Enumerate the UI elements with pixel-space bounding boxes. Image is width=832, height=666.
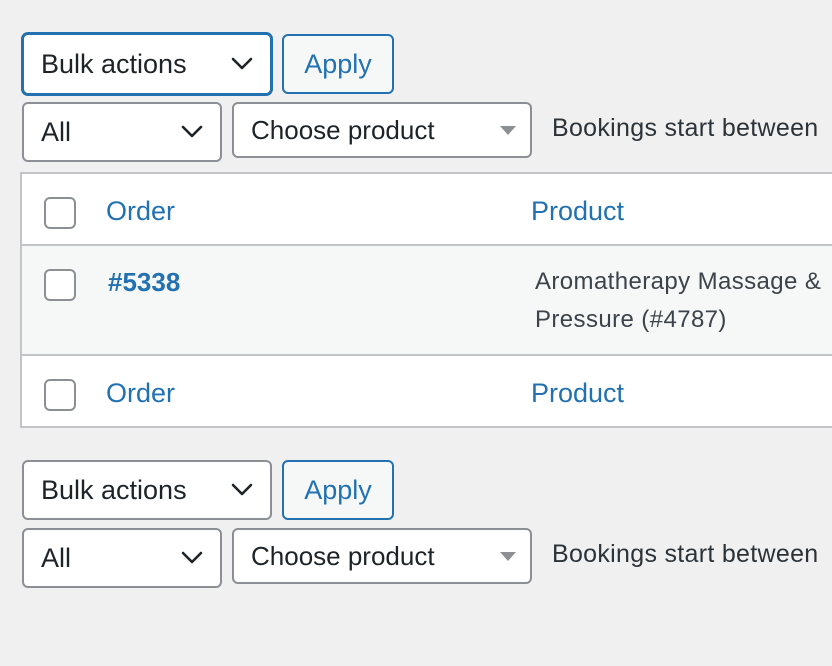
chevron-down-icon [231,483,253,496]
row-checkbox[interactable] [44,269,76,301]
apply-button-label: Apply [304,474,372,505]
bulk-actions-select-value: Bulk actions [41,48,187,79]
column-header-order[interactable]: Order [106,196,175,227]
product-select-bottom[interactable]: Choose product [232,528,532,584]
bulk-actions-select-bottom[interactable]: Bulk actions [22,460,272,520]
apply-button-top[interactable]: Apply [282,34,394,94]
product-cell-line2: Pressure (#4787) [535,306,727,333]
filter-all-select-value: All [41,542,72,573]
bookings-table: Order Product #5338 Aromatherapy Massage… [20,172,832,428]
filter-all-select-bottom[interactable]: All [22,528,222,588]
column-footer-order[interactable]: Order [106,378,175,409]
column-footer-product[interactable]: Product [531,378,624,409]
product-select-value: Choose product [251,114,435,145]
select-all-checkbox[interactable] [44,197,76,229]
date-filter-label-top: Bookings start between [552,114,819,142]
caret-down-icon [500,126,516,135]
row-divider [22,354,832,356]
table-row: #5338 Aromatherapy Massage & Pressure (#… [22,246,832,354]
apply-button-bottom[interactable]: Apply [282,460,394,520]
chevron-down-icon [181,551,203,564]
product-select-top[interactable]: Choose product [232,102,532,158]
chevron-down-icon [231,57,253,70]
select-all-checkbox-footer[interactable] [44,379,76,411]
caret-down-icon [500,552,516,561]
date-filter-label-bottom: Bookings start between [552,540,819,568]
product-cell-line1: Aromatherapy Massage & [535,268,822,295]
apply-button-label: Apply [304,48,372,79]
bulk-actions-select-value: Bulk actions [41,474,187,505]
order-link[interactable]: #5338 [108,267,180,298]
product-select-value: Choose product [251,540,435,571]
chevron-down-icon [181,125,203,138]
filter-all-select-value: All [41,116,72,147]
column-header-product[interactable]: Product [531,196,624,227]
filter-all-select-top[interactable]: All [22,102,222,162]
bulk-actions-select-top[interactable]: Bulk actions [22,33,272,95]
